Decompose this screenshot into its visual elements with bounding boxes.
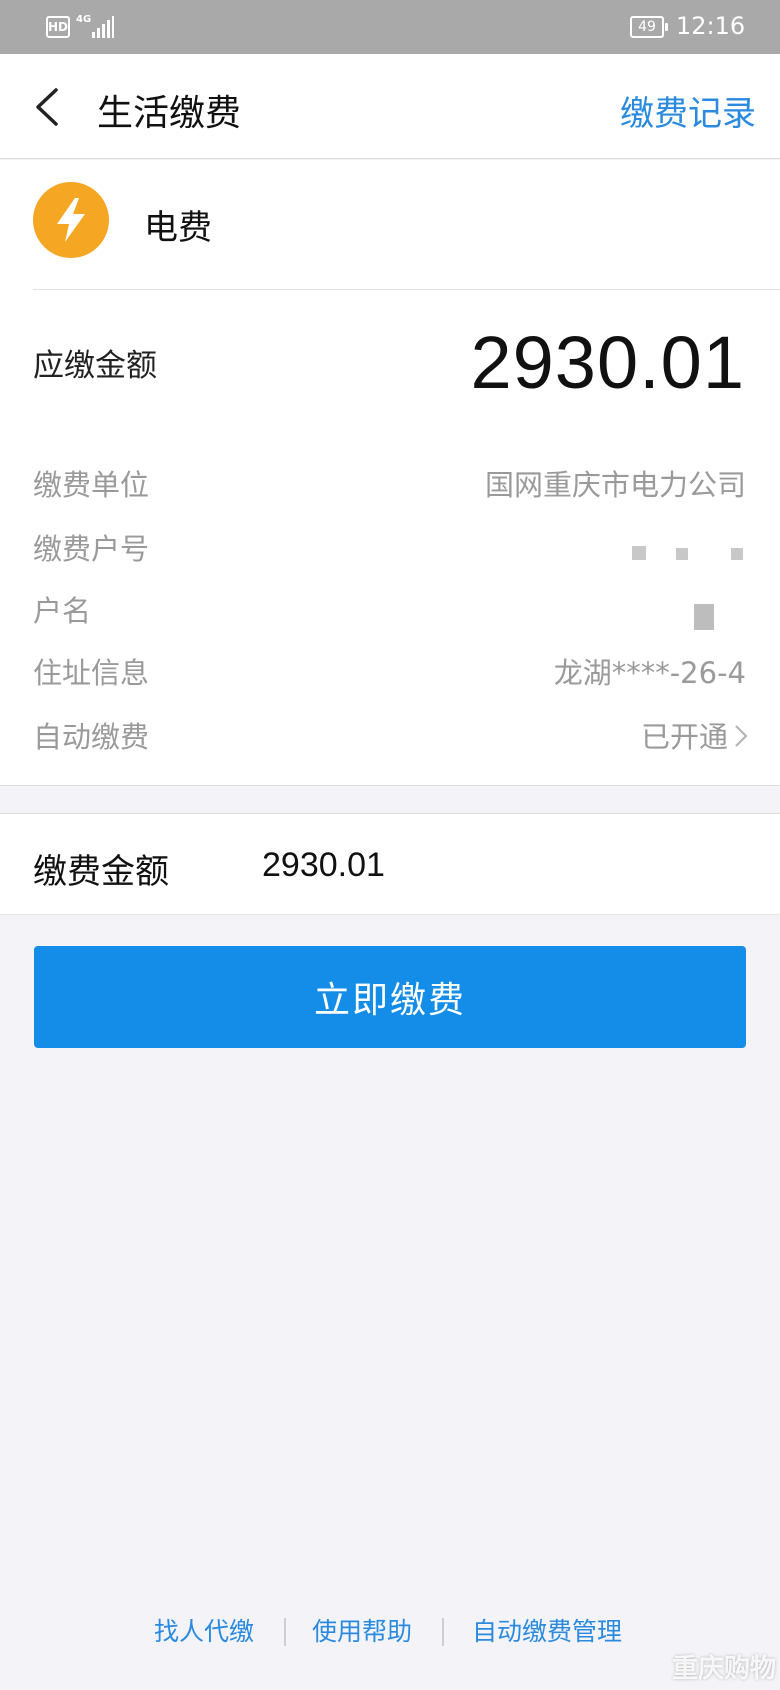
info-label-unit: 缴费单位 (33, 468, 150, 502)
biller-row: 电费 (0, 160, 780, 290)
due-amount-value: 2930.01 (470, 321, 745, 404)
redacted-account-mark (676, 548, 688, 560)
info-value-address: 龙湖****-26-4 (553, 656, 746, 690)
info-label-address: 住址信息 (33, 656, 150, 690)
status-bar: HD 4G 49 12:16 (0, 0, 780, 54)
payment-record-link[interactable]: 缴费记录 (620, 86, 756, 135)
biller-name: 电费 (144, 208, 212, 248)
redacted-name-mark (694, 604, 714, 630)
signal-icon (92, 16, 114, 38)
pay-now-button[interactable]: 立即缴费 (34, 946, 746, 1048)
info-label-autopay: 自动缴费 (33, 720, 150, 754)
due-amount-label: 应缴金额 (33, 348, 157, 384)
footer-link-help[interactable]: 使用帮助 (312, 1612, 412, 1648)
bill-card: 电费 应缴金额 2930.01 缴费单位 国网重庆市电力公司 缴费户号 户名 住… (0, 160, 780, 786)
autopay-status-text: 已开通 (640, 720, 728, 754)
page-title: 生活缴费 (97, 93, 242, 134)
divider (33, 289, 780, 290)
lightning-icon (33, 182, 109, 258)
autopay-status[interactable]: 已开通 (641, 714, 750, 756)
footer-separator (442, 1618, 444, 1646)
redacted-account-mark (632, 546, 646, 560)
footer-links: 找人代缴 使用帮助 自动缴费管理 (0, 1612, 780, 1652)
footer-separator (284, 1618, 286, 1646)
redacted-account-mark (731, 548, 743, 560)
info-value-unit: 国网重庆市电力公司 (484, 468, 746, 502)
info-label-name: 户名 (33, 594, 92, 628)
payment-amount-input[interactable] (262, 838, 742, 892)
watermark: 重庆购物 (671, 1654, 776, 1684)
hd-icon: HD (46, 16, 70, 38)
back-arrow-icon[interactable] (30, 84, 64, 130)
chevron-right-icon (735, 725, 748, 747)
payment-amount-label: 缴费金额 (33, 852, 169, 892)
info-label-account: 缴费户号 (33, 532, 150, 566)
battery-icon: 49 (630, 16, 668, 38)
payment-amount-row: 缴费金额 (0, 813, 780, 915)
footer-link-autopay-manage[interactable]: 自动缴费管理 (472, 1612, 622, 1648)
lightning-glyph-icon (57, 198, 85, 242)
network-type-label: 4G (76, 14, 92, 25)
clock: 12:16 (676, 12, 746, 40)
footer-link-proxy-pay[interactable]: 找人代缴 (154, 1612, 254, 1648)
nav-bar: 生活缴费 缴费记录 (0, 54, 780, 159)
